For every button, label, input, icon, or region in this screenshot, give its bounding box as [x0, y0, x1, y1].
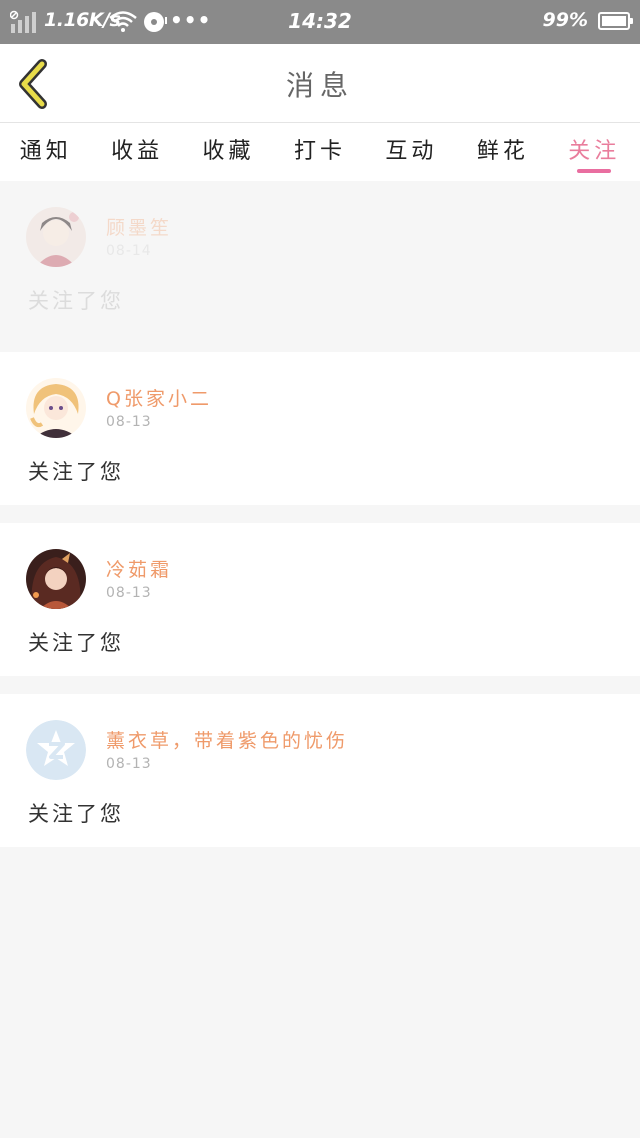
- timestamp: 08-13: [106, 585, 152, 601]
- notification-message: 关注了您: [28, 289, 124, 313]
- notification-message: 关注了您: [28, 802, 124, 826]
- tab-label: 关注: [568, 139, 621, 164]
- active-tab-indicator: [577, 169, 612, 173]
- username[interactable]: Q张家小二: [106, 384, 212, 411]
- list-item[interactable]: 顾墨笙 08-14 关注了您: [0, 181, 640, 334]
- tab-interactions[interactable]: 互动: [366, 123, 457, 181]
- tab-notifications[interactable]: 通知: [0, 123, 91, 181]
- tab-favorites[interactable]: 收藏: [183, 123, 274, 181]
- tab-label: 收藏: [202, 139, 255, 164]
- avatar[interactable]: [26, 378, 86, 438]
- avatar[interactable]: [26, 549, 86, 609]
- username[interactable]: 薰衣草，带着紫色的忧伤: [106, 726, 348, 753]
- status-bar: 1.16K/s ••• 14:32 99%: [0, 0, 640, 44]
- default-avatar-icon[interactable]: [26, 720, 86, 780]
- timestamp: 08-14: [106, 243, 152, 259]
- tab-label: 打卡: [293, 139, 346, 164]
- tab-follows[interactable]: 关注: [549, 123, 640, 181]
- battery-percent: 99%: [542, 9, 588, 31]
- timestamp: 08-13: [106, 414, 152, 430]
- list-item[interactable]: Q张家小二 08-13 关注了您: [0, 352, 640, 505]
- tab-check-in[interactable]: 打卡: [274, 123, 365, 181]
- notification-message: 关注了您: [28, 631, 124, 655]
- tab-label: 收益: [111, 139, 164, 164]
- tab-label: 鲜花: [476, 139, 529, 164]
- app-header: 消息: [0, 44, 640, 123]
- tab-earnings[interactable]: 收益: [91, 123, 182, 181]
- page-title: 消息: [285, 69, 354, 102]
- follow-notification-list: 顾墨笙 08-14 关注了您 Q张家小二 08-13 关注了您 冷茹霜 08-1…: [0, 181, 640, 865]
- username[interactable]: 顾墨笙: [106, 213, 172, 240]
- notification-message: 关注了您: [28, 460, 124, 484]
- list-item[interactable]: 薰衣草，带着紫色的忧伤 08-13 关注了您: [0, 694, 640, 847]
- avatar[interactable]: [26, 207, 86, 267]
- tab-label: 通知: [19, 139, 72, 164]
- category-tabs: 通知 收益 收藏 打卡 互动 鲜花 关注: [0, 123, 640, 181]
- battery-icon: [598, 12, 633, 30]
- tab-flowers[interactable]: 鲜花: [457, 123, 548, 181]
- tab-label: 互动: [385, 139, 438, 164]
- list-item[interactable]: 冷茹霜 08-13 关注了您: [0, 523, 640, 676]
- timestamp: 08-13: [106, 756, 152, 772]
- username[interactable]: 冷茹霜: [106, 555, 172, 582]
